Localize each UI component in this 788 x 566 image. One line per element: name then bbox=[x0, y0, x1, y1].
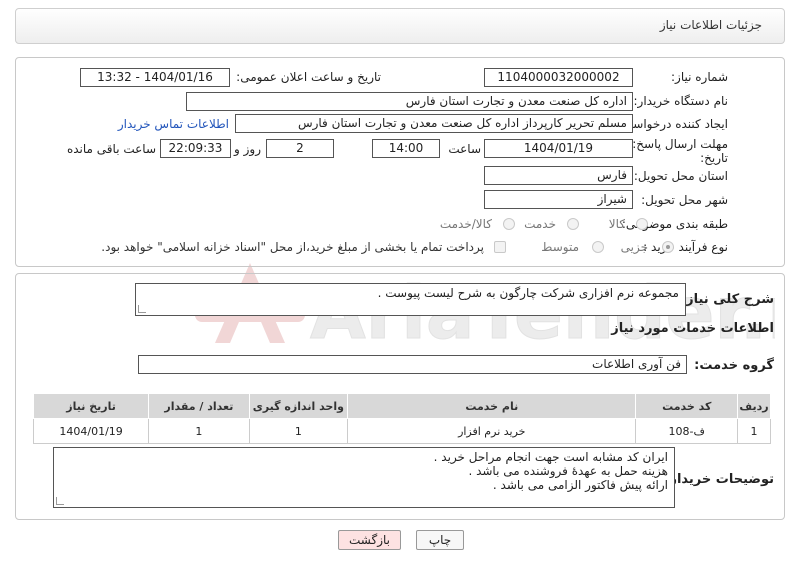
process-option-minor: جزیی bbox=[620, 240, 648, 254]
page-title: جزئیات اطلاعات نیاز bbox=[659, 18, 762, 32]
services-table: ردیف کد خدمت نام خدمت واحد اندازه گیری ت… bbox=[32, 393, 771, 444]
col-row-number: ردیف bbox=[737, 393, 771, 419]
description-text: مجموعه نرم افزاری شرکت چارگون به شرح لیس… bbox=[377, 286, 679, 300]
buyer-notes-line: هزینه حمل به عهدۀ فروشنده می باشد . bbox=[468, 464, 668, 478]
announce-datetime-field: 1404/01/16 - 13:32 bbox=[80, 68, 230, 87]
col-quantity: تعداد / مقدار bbox=[148, 393, 250, 419]
back-button[interactable]: بازگشت bbox=[338, 530, 401, 550]
remaining-time-field: 22:09:33 bbox=[160, 139, 231, 158]
print-button[interactable]: چاپ bbox=[416, 530, 464, 550]
need-info-panel bbox=[15, 57, 785, 267]
col-unit: واحد اندازه گیری bbox=[248, 393, 349, 419]
service-group-label: گروه خدمت: bbox=[694, 358, 774, 373]
category-option-service: خدمت bbox=[524, 217, 556, 231]
table-header-row: ردیف کد خدمت نام خدمت واحد اندازه گیری ت… bbox=[32, 393, 771, 419]
delivery-city-field: شیراز bbox=[484, 190, 633, 209]
delivery-province-label: استان محل تحویل: bbox=[633, 169, 728, 183]
category-radio-service[interactable] bbox=[567, 218, 579, 230]
deadline-time-label: ساعت bbox=[448, 142, 481, 156]
process-option-medium: متوسط bbox=[541, 240, 579, 254]
deadline-time-field: 14:00 bbox=[372, 139, 440, 158]
treasury-payment-checkbox[interactable] bbox=[494, 241, 506, 253]
services-section-title: اطلاعات خدمات مورد نیاز bbox=[611, 321, 774, 336]
remaining-days-field: 2 bbox=[266, 139, 334, 158]
category-option-goods: کالا bbox=[608, 217, 625, 231]
description-label: شرح کلی نیاز: bbox=[680, 292, 774, 307]
col-service-name: نام خدمت bbox=[347, 393, 637, 419]
requester-label: ایجاد کننده درخواست: bbox=[617, 117, 728, 131]
need-number-label: شماره نیاز: bbox=[671, 70, 728, 84]
announce-datetime-label: تاریخ و ساعت اعلان عمومی: bbox=[236, 70, 381, 84]
buyer-notes-line: ارائه پیش فاکتور الزامی می باشد . bbox=[492, 478, 668, 492]
process-radio-minor[interactable] bbox=[662, 241, 674, 253]
buyer-contact-link[interactable]: اطلاعات تماس خریدار bbox=[118, 117, 229, 131]
deadline-date-field: 1404/01/19 bbox=[484, 139, 633, 158]
delivery-city-label: شهر محل تحویل: bbox=[641, 193, 728, 207]
description-textarea: مجموعه نرم افزاری شرکت چارگون به شرح لیس… bbox=[135, 283, 686, 316]
remaining-days-label: روز و bbox=[234, 142, 261, 156]
col-need-date: تاریخ نیاز bbox=[32, 393, 150, 419]
need-number-field: 1104000032000002 bbox=[484, 68, 633, 87]
page-header: جزئیات اطلاعات نیاز bbox=[15, 8, 785, 44]
cell-service-name: خرید نرم افزار bbox=[347, 418, 637, 444]
buyer-notes-line: ایران کد مشابه است جهت انجام مراحل خرید … bbox=[433, 450, 668, 464]
resize-grip-icon[interactable] bbox=[138, 305, 146, 313]
deadline-label-line2: تاریخ: bbox=[700, 151, 728, 165]
process-type-label: نوع فرآیند خرید : bbox=[643, 240, 728, 254]
buyer-org-label: نام دستگاه خریدار: bbox=[633, 94, 729, 108]
cell-row-number: 1 bbox=[737, 418, 771, 444]
cell-unit: 1 bbox=[248, 418, 349, 444]
service-group-field: فن آوری اطلاعات bbox=[138, 355, 687, 374]
requester-field: مسلم تحریر کارپرداز اداره کل صنعت معدن و… bbox=[235, 114, 633, 133]
buyer-notes-label: توضیحات خریدار: bbox=[664, 472, 774, 487]
category-radio-goods-service[interactable] bbox=[503, 218, 515, 230]
col-service-code: کد خدمت bbox=[635, 393, 739, 419]
buyer-org-field: اداره کل صنعت معدن و تجارت استان فارس bbox=[186, 92, 633, 111]
deadline-label-line1: مهلت ارسال پاسخ: تا bbox=[621, 137, 728, 151]
table-row[interactable]: 1 ف-108 خرید نرم افزار 1 1 1404/01/19 bbox=[32, 418, 771, 444]
cell-quantity: 1 bbox=[148, 418, 250, 444]
remaining-time-label: ساعت باقی مانده bbox=[66, 142, 156, 156]
delivery-province-field: فارس bbox=[484, 166, 633, 185]
category-radio-goods[interactable] bbox=[636, 218, 648, 230]
cell-service-code: ف-108 bbox=[635, 418, 739, 444]
cell-need-date: 1404/01/19 bbox=[32, 418, 150, 444]
treasury-payment-note: پرداخت تمام یا بخشی از مبلغ خرید،از محل … bbox=[101, 240, 484, 254]
resize-grip-icon[interactable] bbox=[56, 497, 64, 505]
buyer-notes-textarea: ایران کد مشابه است جهت انجام مراحل خرید … bbox=[53, 447, 675, 508]
process-radio-medium[interactable] bbox=[592, 241, 604, 253]
category-option-goods-service: کالا/خدمت bbox=[439, 217, 492, 231]
